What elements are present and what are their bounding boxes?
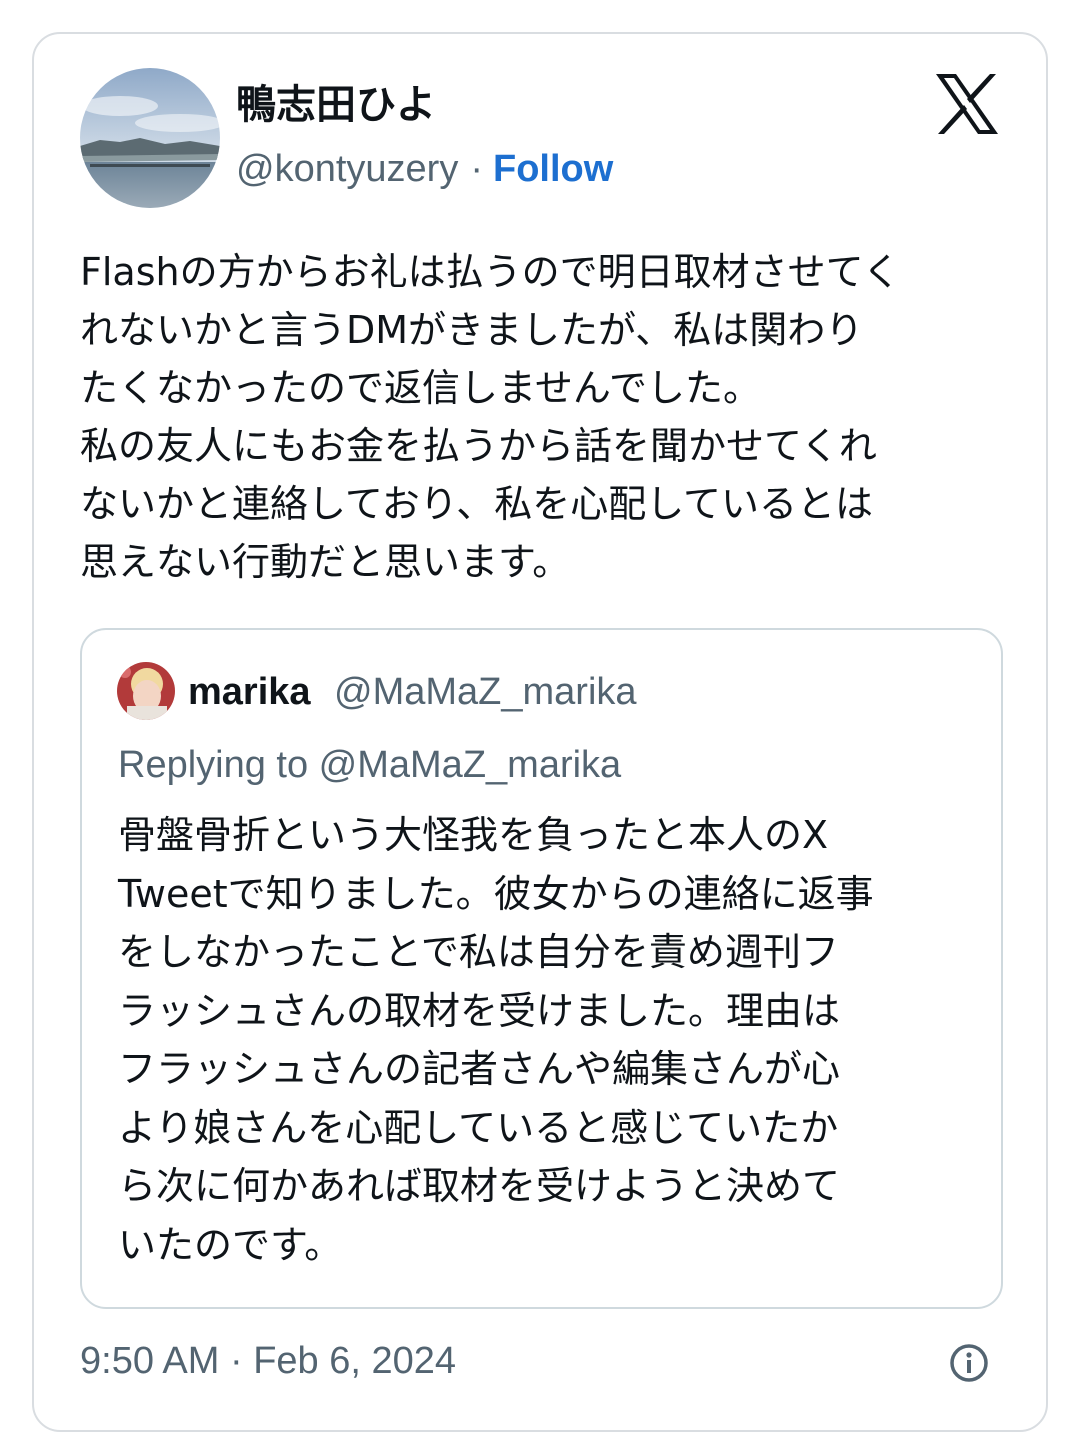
replying-to-label: Replying to @MaMaZ_marika bbox=[118, 744, 622, 786]
author-display-name[interactable]: 鴨志田ひよ bbox=[236, 80, 436, 130]
x-logo-icon[interactable] bbox=[934, 72, 1000, 136]
tweet-timestamp[interactable]: 9:50 AM · Feb 6, 2024 bbox=[80, 1338, 456, 1384]
handle-separator: · bbox=[470, 148, 483, 190]
quoted-author-avatar[interactable] bbox=[117, 662, 175, 720]
follow-button[interactable]: Follow bbox=[493, 148, 613, 190]
tweet-text: Flashの方からお礼は払うので明日取材させてく れないかと言うDMがきましたが… bbox=[80, 250, 901, 584]
quoted-tweet-text: 骨盤骨折という大怪我を負ったと本人のX Tweetで知りました。彼女からの連絡に… bbox=[118, 813, 874, 1267]
author-handle[interactable]: @kontyuzery bbox=[236, 148, 458, 190]
quoted-avatar-image bbox=[117, 662, 175, 720]
avatar-landscape-image bbox=[80, 68, 220, 208]
quoted-handle[interactable]: @MaMaZ_marika bbox=[334, 670, 637, 714]
author-avatar[interactable] bbox=[80, 68, 220, 208]
quoted-display-name[interactable]: marika bbox=[188, 670, 311, 714]
author-handle-line: @kontyuzery · Follow bbox=[236, 146, 613, 192]
info-icon[interactable] bbox=[948, 1342, 990, 1384]
